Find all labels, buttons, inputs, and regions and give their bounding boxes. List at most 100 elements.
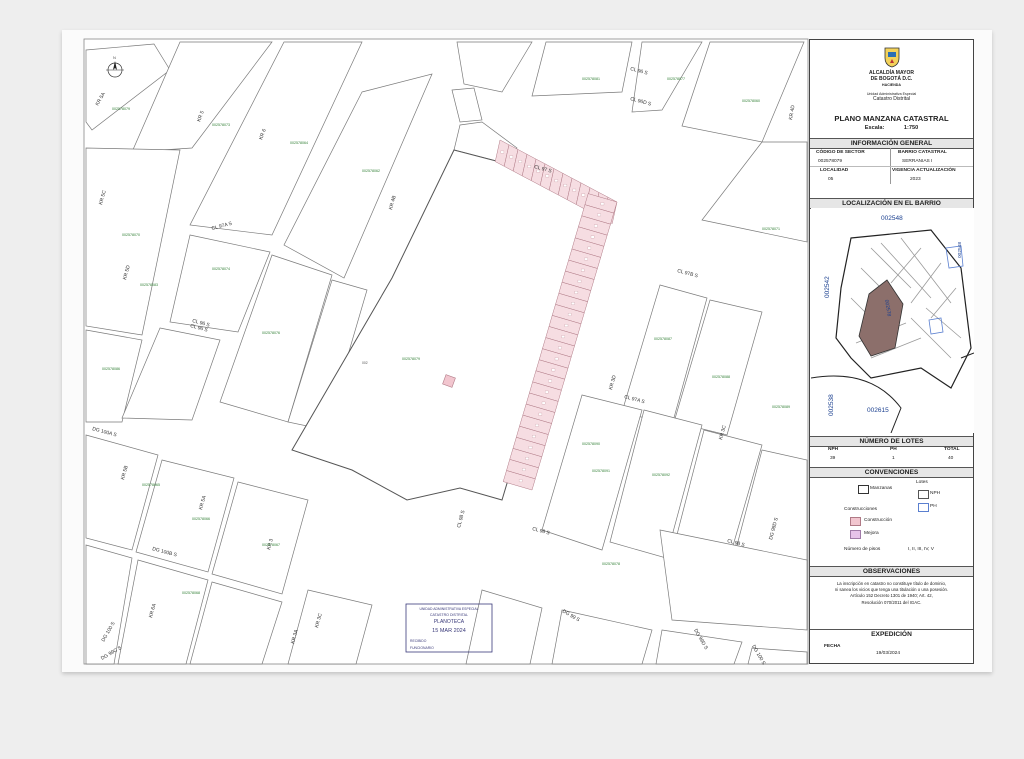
coat-of-arms-icon	[884, 47, 899, 68]
block-code: 002578067	[262, 543, 280, 547]
lot-number-tag	[545, 390, 549, 394]
lot-number-tag	[584, 257, 588, 261]
block-code: 002578073	[212, 123, 230, 127]
block-code: 002578092	[652, 473, 670, 477]
block-code: 002578083	[140, 283, 158, 287]
lots-total-label: TOTAL	[944, 447, 960, 452]
general-info-grid: CÓDIGO DE SECTOR BARRIO CATASTRAL 002578…	[810, 148, 973, 184]
conv-pisos-label: Número de pisos	[844, 547, 881, 552]
block-code: 002578087	[654, 337, 672, 341]
sector-code-label: CÓDIGO DE SECTOR	[816, 150, 865, 155]
block-code: 002578068	[182, 591, 200, 595]
lot-number-tag	[551, 368, 556, 372]
lot-number-tag	[581, 193, 586, 197]
block-code: 002578066	[192, 517, 210, 521]
block-code: 002578091	[592, 469, 610, 473]
conv-mejora: Mejora	[864, 531, 879, 536]
block-code: 002578071	[762, 227, 780, 231]
org-subunit: Unidad Administrativa Especial Catastro …	[810, 92, 973, 102]
main-lot-number: 002	[362, 361, 368, 365]
mejora-swatch	[850, 530, 861, 539]
lot-number-tag	[587, 246, 592, 250]
lot-number-tag	[600, 202, 605, 206]
lots-table: NPH PH TOTAL 39 1 40	[810, 446, 973, 466]
scale-value: 1:750	[903, 125, 919, 131]
minimap-code-right: 002548	[957, 242, 963, 258]
lot-number-tag	[581, 268, 585, 272]
observation-line: Resolución 070/2011 del IGAC.	[861, 599, 922, 605]
lot-number-tag	[571, 302, 575, 305]
scale-row: Escala: 1:750	[810, 125, 973, 131]
lot-number-tag	[509, 155, 514, 159]
district-logo	[810, 46, 973, 73]
block-code: 002578065	[142, 483, 160, 487]
conventions-legend: Manzanas Lotes NPH PH Construcciones Con…	[810, 477, 973, 567]
block-code: 002578086	[102, 367, 120, 371]
lot-number-tag	[541, 401, 546, 405]
nph-swatch	[918, 490, 929, 499]
stamp-date: 15 MAR 2024	[432, 628, 466, 634]
lot-number-tag	[532, 435, 536, 438]
block-code: 002578074	[212, 267, 230, 271]
block-code: 002578088	[712, 375, 730, 379]
conv-pisos-value: I, II, III, IV, V	[908, 547, 934, 552]
lot-number-tag	[558, 346, 562, 350]
lot-number-tag	[590, 235, 595, 239]
lot-number-tag	[518, 160, 523, 163]
vigencia-value: 2023	[910, 177, 921, 182]
conv-lotes: Lotes	[916, 480, 928, 485]
fecha-label: FECHA	[824, 644, 841, 649]
barrio-value: SERRANIAS I	[902, 159, 933, 164]
lot-number-tag	[564, 324, 569, 327]
lot-number-tag	[567, 313, 572, 316]
lot-number-tag	[525, 457, 529, 460]
lot-number-tag	[554, 357, 559, 361]
scale-label: Escala:	[864, 125, 885, 131]
lot-number-tag	[554, 179, 559, 183]
lots-total-value: 40	[948, 456, 954, 461]
localidad-value: 05	[828, 177, 834, 182]
block-code: 002578081	[582, 77, 600, 81]
lot-number-tag	[527, 165, 532, 168]
lot-number-tag	[574, 291, 579, 294]
lot-number-tag	[561, 335, 565, 339]
page-title: PLANO MANZANA CATASTRAL	[834, 114, 949, 123]
conv-construcciones: Construcciones	[844, 507, 878, 512]
org-sub-line: Catastro Distrital	[873, 96, 910, 102]
stamp-line: CATASTRO DISTRITAL	[430, 613, 468, 617]
block-code: 002578060	[742, 99, 760, 103]
lot-number-tag	[538, 412, 543, 416]
stamp-line: PLANOTECA	[434, 619, 465, 625]
north-label: N	[113, 55, 116, 60]
lot-number-tag	[522, 468, 526, 471]
lot-number-tag	[528, 446, 533, 449]
block-code: 002578076	[262, 331, 280, 335]
ph-swatch	[918, 503, 929, 512]
lot-number-tag	[500, 150, 505, 154]
expedition-header: EXPEDICIÓN	[810, 629, 973, 639]
minimap-code-top: 002548	[881, 215, 903, 222]
conv-construccion: Construcción	[864, 518, 892, 523]
lot-number-tag	[577, 279, 582, 283]
barrio-label: BARRIO CATASTRAL	[898, 150, 947, 155]
lot-number-tag	[563, 184, 568, 187]
localidad-label: LOCALIDAD	[820, 168, 849, 173]
conv-ph: PH	[930, 504, 937, 509]
observations-text: La inscripción en catastro no constituye…	[810, 581, 973, 606]
location-minimap: 002548 002542 002538 002615 002548 00257…	[811, 208, 974, 433]
lot-number-tag	[597, 213, 601, 217]
stamp-line: RECIBIDO	[410, 639, 427, 643]
lot-number-tag	[535, 423, 539, 427]
conv-nph: NPH	[930, 491, 941, 496]
main-block-code: 002578079	[402, 357, 420, 361]
minimap-code-left: 002542	[824, 276, 831, 298]
minimap-code-bottom: 002615	[867, 407, 889, 414]
lot-number-tag	[545, 174, 550, 178]
lot-number-tag	[548, 379, 552, 383]
lots-nph-value: 39	[830, 456, 836, 461]
block-code: 002578070	[122, 233, 140, 237]
minimap-code-left-low: 002538	[828, 394, 835, 416]
cadastral-sheet: 002578079 002 N KR 5A KR 5 KR 6 KR 4B KR…	[62, 30, 992, 672]
block-code: 002578079	[112, 107, 130, 111]
sector-code-value: 002578079	[818, 159, 843, 164]
